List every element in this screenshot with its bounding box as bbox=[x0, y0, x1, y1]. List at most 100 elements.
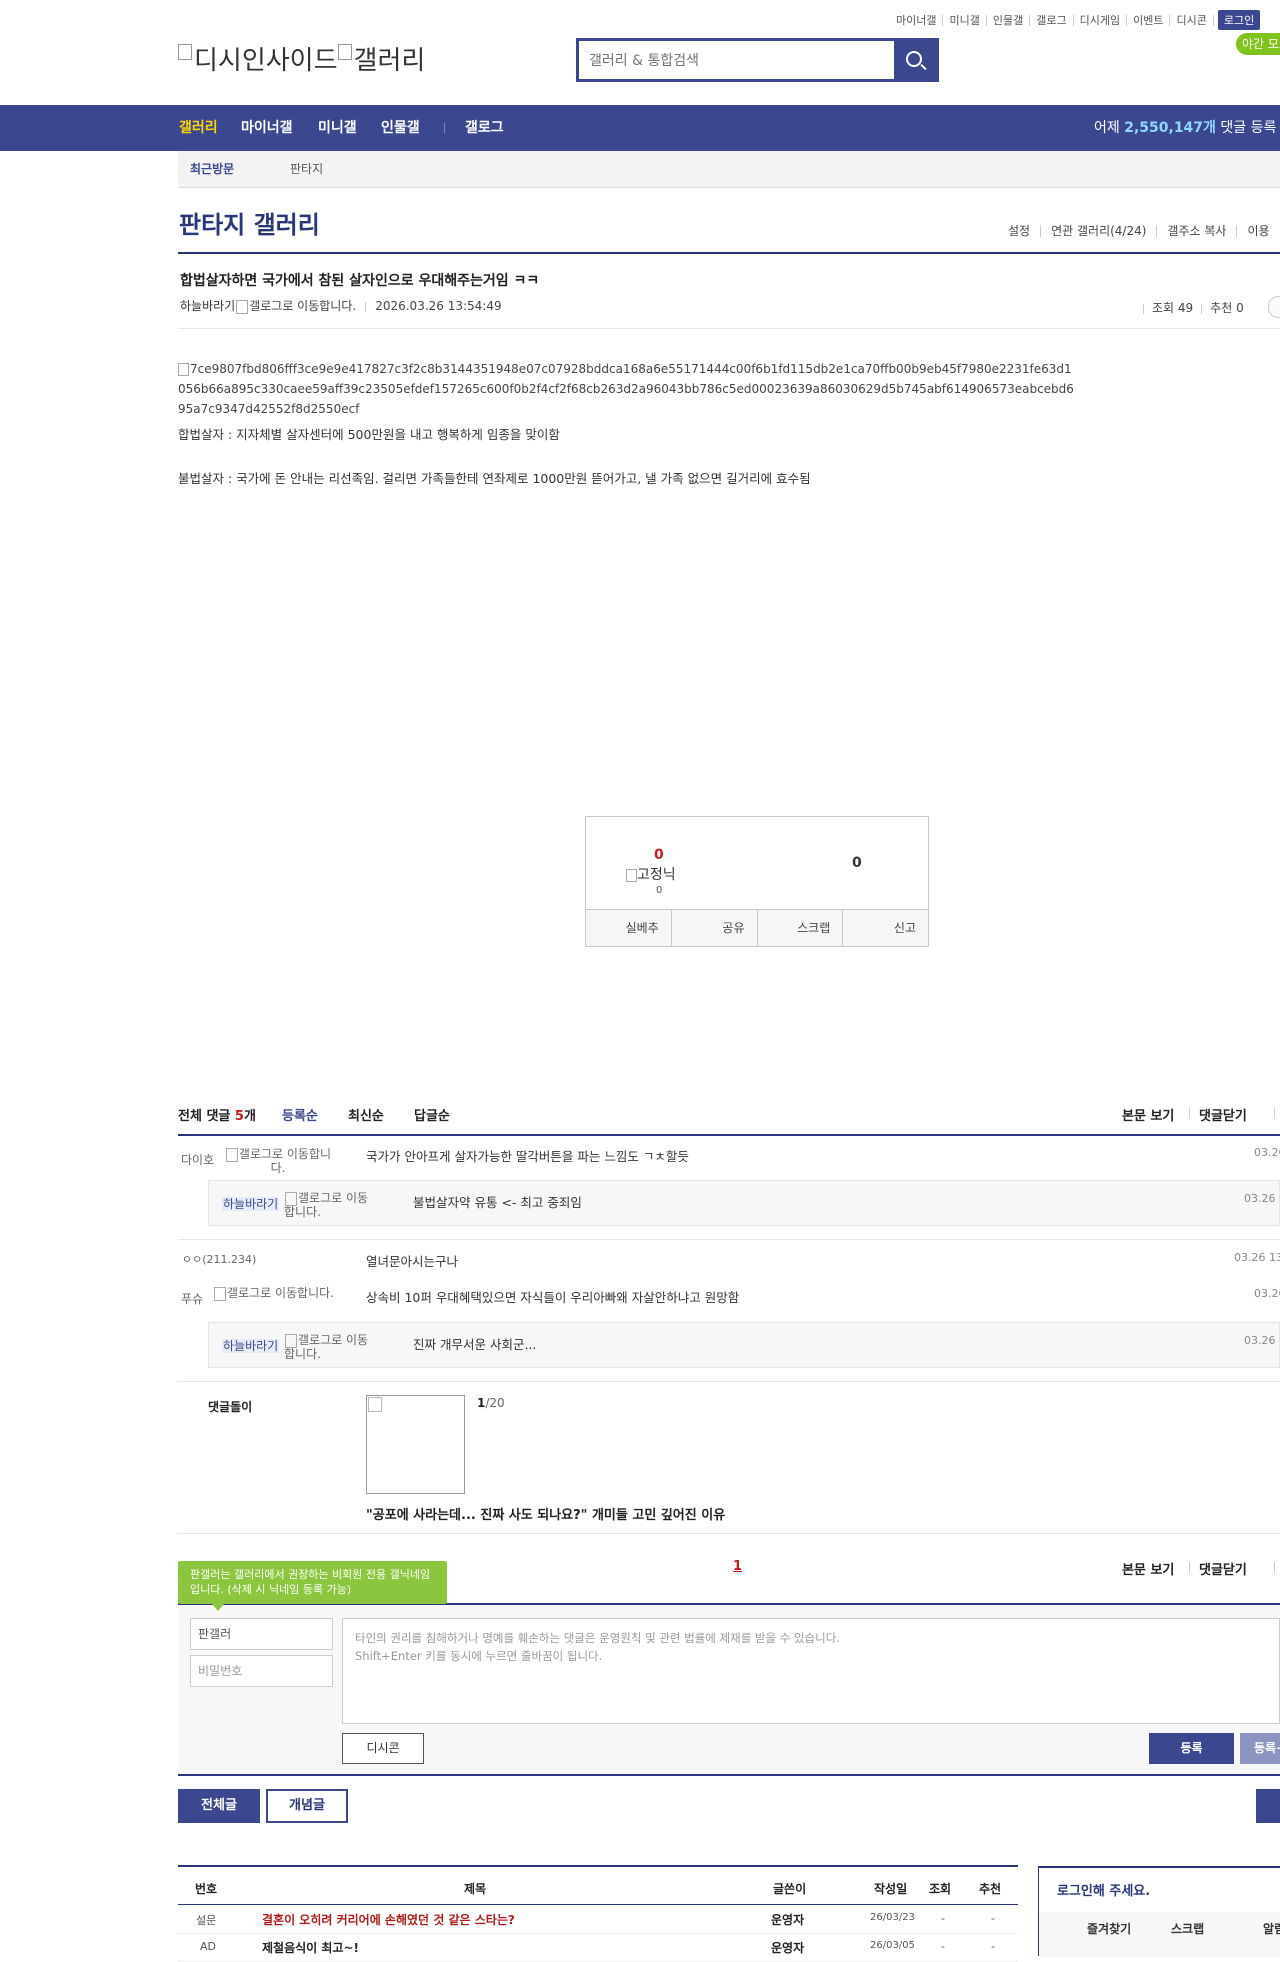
view-post-button[interactable]: 본문 보기 bbox=[1122, 1105, 1174, 1124]
list-row[interactable]: 설문 결혼이 오히려 커리어에 손해였던 것 같은 스타는? 운영자 26/03… bbox=[178, 1905, 1018, 1934]
list-row[interactable]: AD 제철음식이 최고~! 운영자 26/03/05 - - bbox=[178, 1933, 1018, 1962]
nav-minor-gallery[interactable]: 마이너갤 bbox=[241, 105, 293, 151]
gallog-link[interactable]: 갤로그로 이동합니다. bbox=[218, 1148, 338, 1175]
gallog-link[interactable]: 갤로그로 이동합니다. bbox=[284, 1334, 372, 1361]
logo-text-gallery: 갤러리 bbox=[353, 46, 426, 76]
comment-nick[interactable]: 다이호 bbox=[181, 1154, 214, 1167]
fixed-nick-count: 0 bbox=[656, 885, 663, 896]
col-title: 제목 bbox=[464, 1882, 487, 1896]
login-prompt[interactable]: 로그인해 주세요. bbox=[1057, 1880, 1150, 1899]
row-number: AD bbox=[200, 1940, 216, 1953]
tab-notifications[interactable]: 알림 bbox=[1263, 1920, 1280, 1937]
dccon-button[interactable]: 디시콘 bbox=[342, 1733, 424, 1764]
search-box bbox=[576, 38, 939, 82]
report-button[interactable]: 신고 bbox=[843, 910, 928, 946]
reply-nick-name: 하늘바라기 bbox=[222, 1197, 280, 1211]
gallog-link[interactable]: 갤로그로 이동합니다. bbox=[284, 1192, 372, 1219]
util-link-minor[interactable]: 마이너갤 bbox=[890, 14, 944, 26]
scrap-button[interactable]: 스크랩 bbox=[758, 910, 844, 946]
gallog-link[interactable]: 갤로그로 이동합니다. bbox=[249, 299, 356, 313]
share-button[interactable]: 공유 bbox=[672, 910, 758, 946]
write-button[interactable] bbox=[1256, 1789, 1280, 1823]
post-author[interactable]: 하늘바라기 bbox=[180, 299, 235, 313]
col-writer: 글쓴이 bbox=[773, 1882, 807, 1896]
nav-person-gallery[interactable]: 인물갤 bbox=[381, 105, 420, 151]
broken-image-icon bbox=[214, 1287, 226, 1301]
row-title[interactable]: 제철음식이 최고~! bbox=[262, 1939, 359, 1956]
row-writer[interactable]: 운영자 bbox=[771, 1911, 804, 1928]
gallery-option-related[interactable]: 연관 갤러리(4/24) bbox=[1040, 225, 1156, 237]
login-button[interactable]: 로그인 bbox=[1217, 10, 1261, 30]
view-post-button-2[interactable]: 본문 보기 bbox=[1122, 1559, 1174, 1578]
password-field[interactable]: 비밀번호 bbox=[190, 1655, 333, 1687]
logo-text: 디시인사이드 bbox=[194, 46, 338, 76]
gallery-title[interactable]: 판타지 갤러리 bbox=[179, 205, 320, 240]
util-link-person[interactable]: 인물갤 bbox=[987, 14, 1031, 26]
comment-write-box: 판갤러 비밀번호 타인의 권리를 침해하거나 명예를 훼손하는 댓글은 운영원칙… bbox=[178, 1605, 1280, 1775]
post-views: 조회 49 bbox=[1152, 301, 1194, 315]
util-link-game[interactable]: 디시게임 bbox=[1074, 14, 1128, 26]
login-box: 로그인해 주세요. 즐겨찾기 스크랩 알림 bbox=[1038, 1866, 1280, 1957]
comment-nick[interactable]: ㅇㅇ(211.234) bbox=[182, 1253, 256, 1266]
comment-total: 전체 댓글 5개 bbox=[178, 1105, 256, 1124]
sort-replies[interactable]: 답글순 bbox=[414, 1105, 450, 1124]
fixed-nick-label: 고정닉 bbox=[637, 867, 676, 883]
util-link-event[interactable]: 이벤트 bbox=[1127, 14, 1171, 26]
sort-latest[interactable]: 최신순 bbox=[348, 1105, 384, 1124]
tab-all-posts[interactable]: 전체글 bbox=[178, 1789, 260, 1823]
reply-date: 03.26 14:02:31 bbox=[1244, 1334, 1280, 1347]
broken-image-icon bbox=[626, 868, 637, 882]
gallery-option-copy-url[interactable]: 갤주소 복사 bbox=[1156, 225, 1236, 237]
search-input[interactable] bbox=[587, 47, 891, 75]
close-comments-button-2[interactable]: 댓글닫기 bbox=[1199, 1559, 1247, 1578]
sort-registered[interactable]: 등록순 bbox=[282, 1105, 318, 1124]
night-mode-toggle[interactable]: 야간 모드 bbox=[1236, 33, 1280, 55]
fixed-nick-recommend: 고정닉 bbox=[626, 864, 676, 884]
broken-image-icon bbox=[337, 44, 352, 60]
nav-gallery[interactable]: 갤러리 bbox=[179, 105, 218, 151]
util-link-gallog[interactable]: 갤로그 bbox=[1030, 14, 1074, 26]
nav-gallog[interactable]: 갤로그 bbox=[465, 105, 504, 151]
comment-bot-page: 1/20 bbox=[477, 1396, 505, 1410]
comment-textarea[interactable]: 타인의 권리를 침해하거나 명예를 훼손하는 댓글은 운영원칙 및 관련 법률에… bbox=[342, 1618, 1280, 1724]
comment-bot-caption[interactable]: "공포에 사라는데... 진짜 사도 되나요?" 개미들 고민 깊어진 이유 bbox=[366, 1504, 725, 1523]
comment-page-1[interactable]: 1 bbox=[733, 1559, 742, 1574]
reply-nick[interactable]: 하늘바라기 bbox=[222, 1339, 280, 1353]
comment-bot-thumbnail[interactable] bbox=[366, 1395, 465, 1494]
nickname-field[interactable]: 판갤러 bbox=[190, 1618, 333, 1650]
tab-scrap[interactable]: 스크랩 bbox=[1171, 1920, 1204, 1937]
tab-favorites[interactable]: 즐겨찾기 bbox=[1087, 1920, 1131, 1937]
comment-total-label: 전체 댓글 bbox=[178, 1109, 235, 1124]
close-comments-button[interactable]: 댓글닫기 bbox=[1199, 1105, 1247, 1124]
row-recommend: - bbox=[991, 1940, 995, 1953]
site-logo[interactable]: 디시인사이드 갤러리 bbox=[178, 40, 425, 77]
gallery-option-usage[interactable]: 이용 bbox=[1236, 225, 1279, 237]
reply-text: 진짜 개무서운 사회군... bbox=[413, 1337, 537, 1352]
row-writer[interactable]: 운영자 bbox=[771, 1939, 804, 1956]
silbe-button[interactable]: 실베추 bbox=[586, 910, 672, 946]
broken-image-icon bbox=[178, 363, 189, 376]
recent-visit-item[interactable]: 판타지 bbox=[290, 151, 323, 187]
util-link-mini[interactable]: 미니갤 bbox=[943, 14, 987, 26]
tab-concept-posts[interactable]: 개념글 bbox=[266, 1789, 348, 1823]
submit-comment-button[interactable]: 등록 bbox=[1149, 1733, 1234, 1764]
comment-row: 다이호 갤로그로 이동합니다. 국가가 안아프게 살자가능한 딸각버튼을 파는 … bbox=[178, 1137, 1280, 1183]
col-recommend: 추천 bbox=[979, 1882, 1002, 1896]
row-title[interactable]: 결혼이 오히려 커리어에 손해였던 것 같은 스타는? bbox=[262, 1911, 515, 1928]
gallog-link[interactable]: 갤로그로 이동합니다. bbox=[206, 1287, 341, 1301]
recommend-up-count: 0 bbox=[654, 847, 664, 863]
util-link-dccon[interactable]: 디시콘 bbox=[1170, 14, 1214, 26]
comment-nick[interactable]: 푸슈 bbox=[181, 1293, 203, 1306]
gallery-option-settings[interactable]: 설정 bbox=[998, 225, 1040, 237]
divider bbox=[178, 328, 1280, 329]
post-image-alt: 7ce9807fbd806fff3ce9e9e417827c3f2c8b3144… bbox=[178, 359, 1078, 419]
post-more-button[interactable] bbox=[1268, 296, 1280, 318]
gallery-options: 설정 연관 갤러리(4/24) 갤주소 복사 이용 bbox=[998, 225, 1280, 237]
submit-recommend-button[interactable]: 등록+추천 bbox=[1240, 1733, 1280, 1764]
nav-mini-gallery[interactable]: 미니갤 bbox=[318, 105, 357, 151]
comment-bot-label: 댓글돌이 bbox=[208, 1400, 253, 1414]
reply-nick[interactable]: 하늘바라기 bbox=[222, 1197, 280, 1211]
comment-row: 푸슈 갤로그로 이동합니다. 상속비 10퍼 우대혜택있으면 자식들이 우리아빠… bbox=[178, 1276, 1280, 1322]
reply-text: 불법살자약 유통 <- 최고 중죄임 bbox=[413, 1195, 582, 1210]
search-button[interactable] bbox=[894, 41, 936, 79]
